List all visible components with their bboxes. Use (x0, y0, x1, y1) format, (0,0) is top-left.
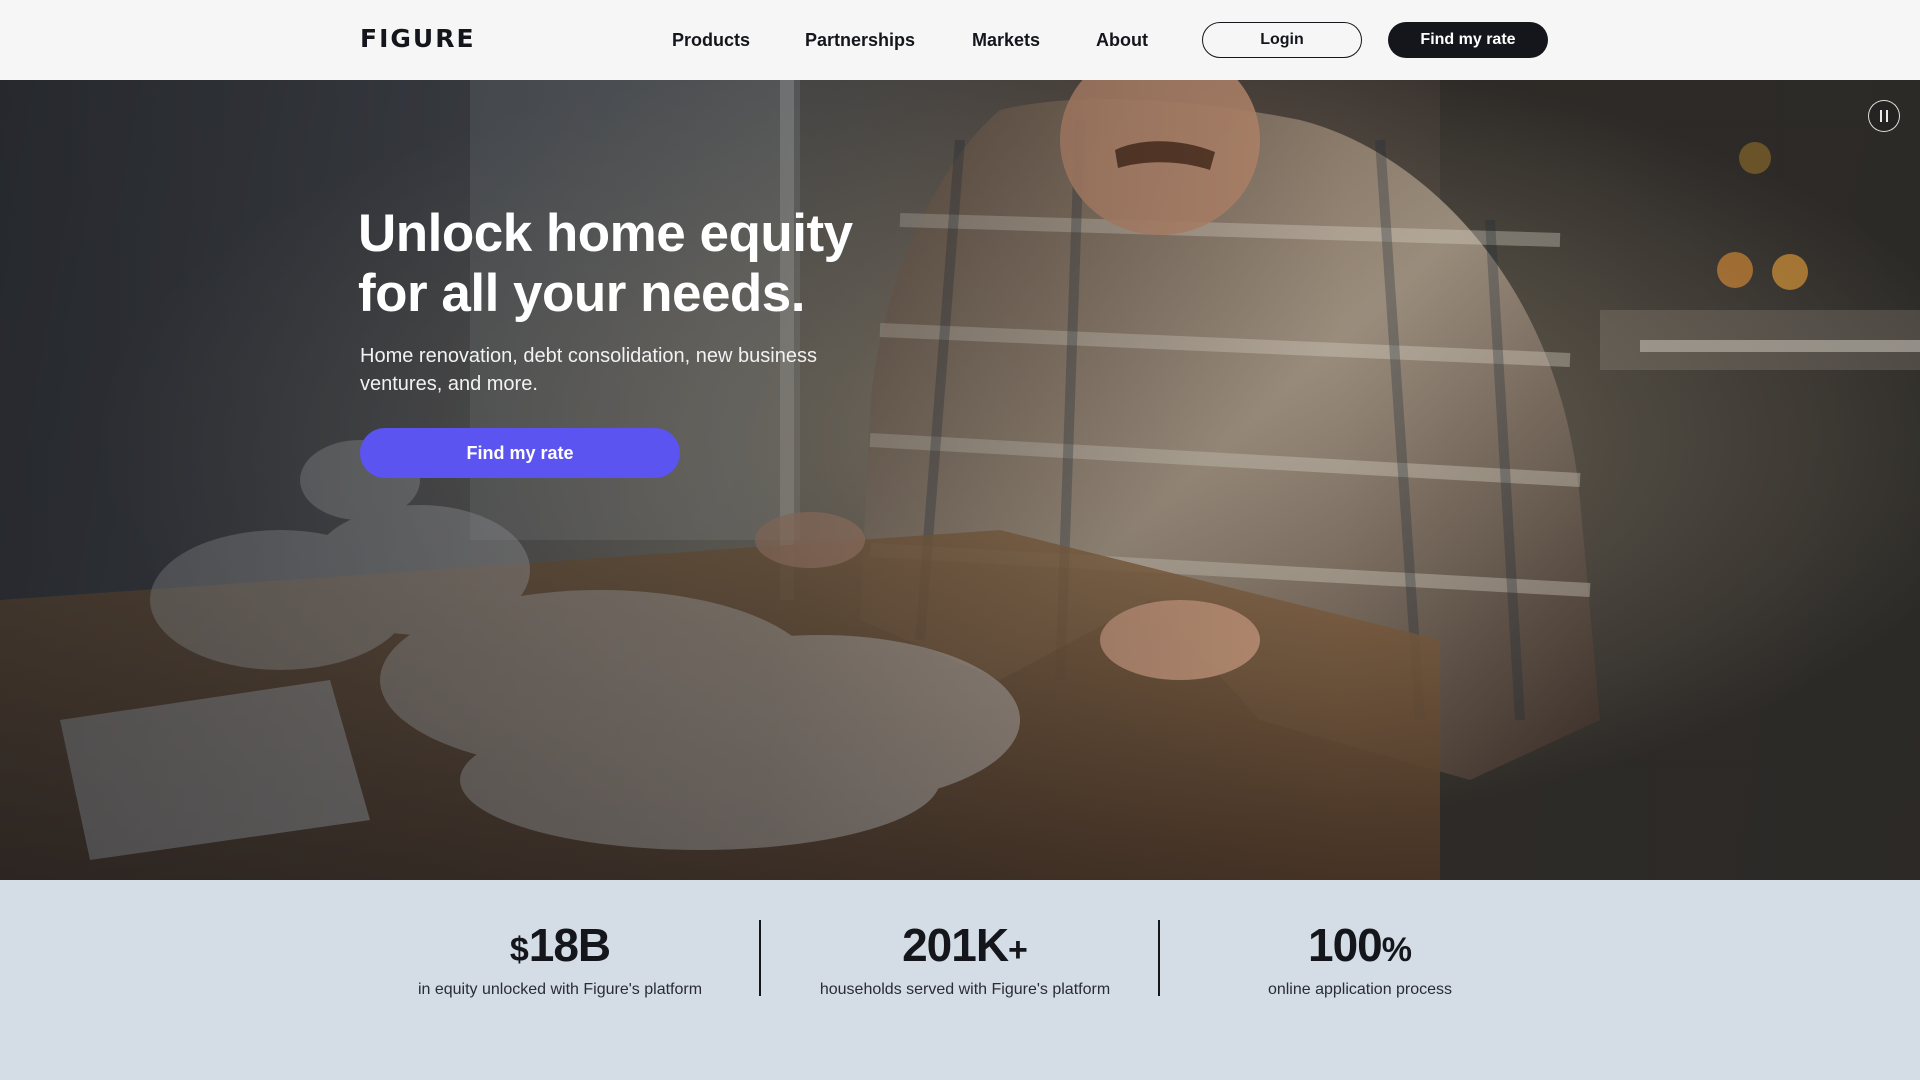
stat-households: 201K+ households served with Figure's pl… (800, 918, 1130, 998)
hero-subheading: Home renovation, debt consolidation, new… (360, 345, 817, 395)
nav-products[interactable]: Products (672, 28, 750, 52)
hero-headline-line2: for all your needs. (358, 264, 806, 323)
nav-partnerships[interactable]: Partnerships (805, 28, 915, 52)
stat-equity-value: $18B (509, 919, 611, 971)
stats-section: $18B in equity unlocked with Figure's pl… (0, 880, 1920, 1080)
login-button[interactable]: Login (1202, 22, 1362, 58)
hero-section: Unlock home equity for all your needs. H… (0, 80, 1920, 880)
header-find-rate-button[interactable]: Find my rate (1388, 22, 1548, 58)
stat-divider (1158, 920, 1160, 996)
stat-online: 100% online application process (1210, 918, 1510, 998)
stat-households-caption: households served with Figure's platform (819, 981, 1111, 998)
hero-find-rate-button[interactable]: Find my rate (360, 428, 680, 478)
stat-online-value: 100% (1308, 919, 1412, 971)
stat-online-caption: online application process (1267, 981, 1453, 998)
site-header: FIGURE Products Partnerships Markets Abo… (0, 0, 1920, 80)
nav-about[interactable]: About (1096, 28, 1148, 52)
nav-markets[interactable]: Markets (972, 28, 1040, 52)
hero-headline-line1: Unlock home equity (358, 204, 853, 263)
hero-headline: Unlock home equity for all your needs. (358, 204, 958, 324)
stat-households-value: 201K+ (902, 919, 1028, 971)
figure-logo[interactable]: FIGURE (360, 26, 476, 51)
hero-overlay (0, 80, 1920, 880)
stat-equity-caption: in equity unlocked with Figure's platfor… (417, 981, 703, 998)
stat-equity: $18B in equity unlocked with Figure's pl… (400, 918, 720, 998)
pause-video-button[interactable] (1868, 100, 1900, 132)
stat-divider (759, 920, 761, 996)
